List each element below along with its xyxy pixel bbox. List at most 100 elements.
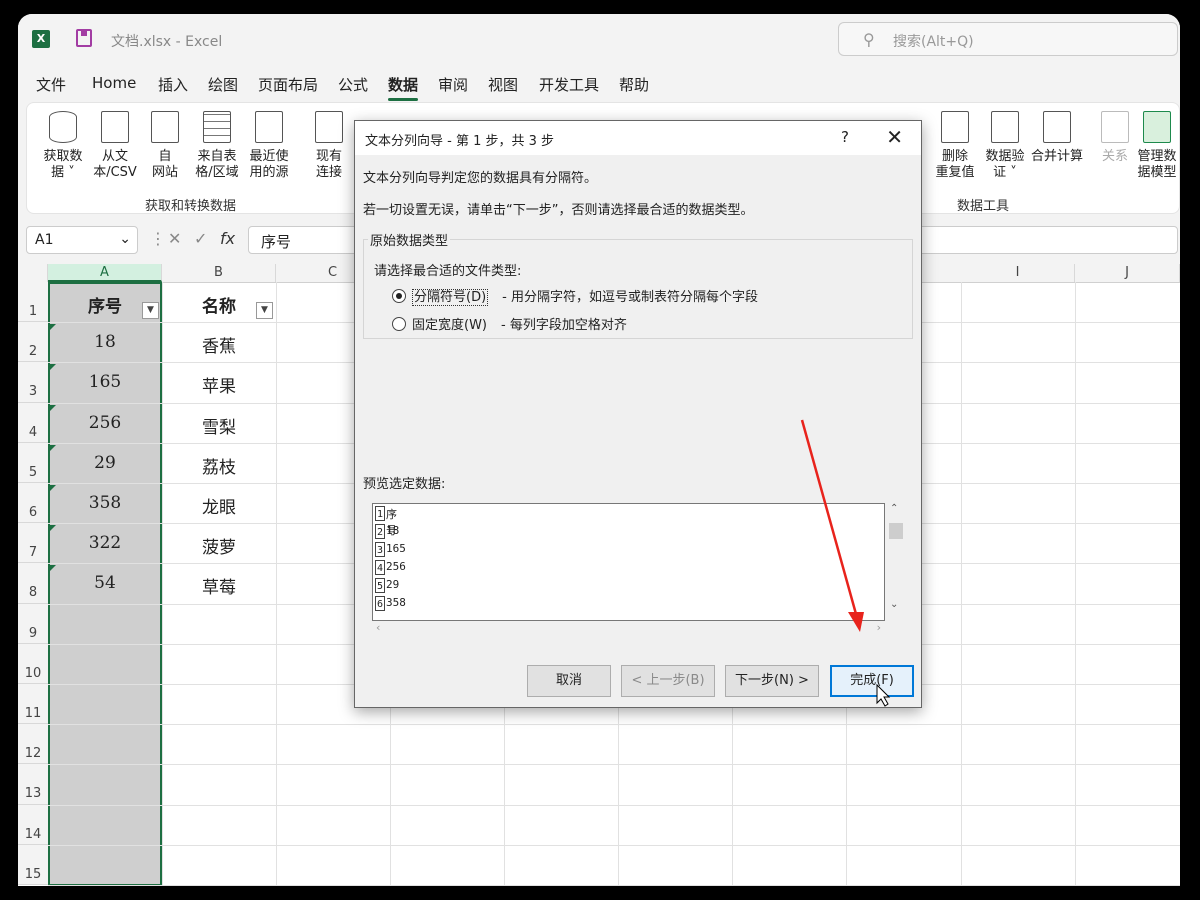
get-data-label1: 获取数: [43, 149, 83, 164]
menu-view[interactable]: 视图: [488, 74, 518, 95]
row-header[interactable]: 8: [18, 563, 48, 604]
table-cell[interactable]: 29: [48, 453, 162, 473]
delimited-label[interactable]: 分隔符号(D): [412, 289, 489, 306]
row-header[interactable]: 1: [18, 282, 48, 323]
manage-data-model-button[interactable]: 管理数 据模型: [1135, 111, 1179, 181]
consolidate-button[interactable]: 合并计算: [1027, 111, 1087, 165]
table-cell[interactable]: 18: [48, 332, 162, 352]
chevron-down-icon[interactable]: ⌄: [119, 231, 131, 247]
insert-function-icon[interactable]: fx: [220, 229, 235, 248]
column-header-i[interactable]: I: [961, 264, 1075, 282]
menu-developer[interactable]: 开发工具: [539, 74, 599, 95]
fixed-width-label[interactable]: 固定宽度(W): [412, 318, 487, 333]
menu-home[interactable]: Home: [92, 74, 136, 92]
row-header[interactable]: 3: [18, 362, 48, 403]
preview-row-number: 3: [375, 542, 385, 557]
finish-button[interactable]: 完成(F): [830, 665, 914, 697]
table-cell[interactable]: 草莓: [162, 573, 276, 598]
column-header-b[interactable]: B: [162, 264, 276, 282]
remove-duplicates-button[interactable]: 删除 重复值: [927, 111, 983, 181]
next-button[interactable]: 下一步(N) >: [725, 665, 819, 697]
help-icon[interactable]: ?: [841, 128, 849, 146]
row-header[interactable]: 4: [18, 402, 48, 443]
table-cell[interactable]: 苹果: [162, 372, 276, 397]
row-header[interactable]: 5: [18, 442, 48, 483]
from-text-csv-button[interactable]: 从文 本/CSV: [87, 111, 143, 181]
scroll-up-icon[interactable]: ⌃: [890, 503, 898, 514]
save-icon[interactable]: [76, 29, 92, 47]
menu-file[interactable]: 文件: [36, 74, 66, 95]
menu-review[interactable]: 审阅: [438, 74, 468, 95]
row-header[interactable]: 15: [18, 844, 48, 885]
preview-row-number: 1: [375, 506, 385, 521]
from-table-button[interactable]: 来自表 格/区域: [189, 111, 245, 181]
delimited-radio[interactable]: [392, 289, 406, 303]
row-header[interactable]: 12: [18, 724, 48, 765]
menu-insert[interactable]: 插入: [158, 74, 188, 95]
table-cell[interactable]: 322: [48, 533, 162, 553]
document-title: 文档.xlsx - Excel: [111, 34, 223, 50]
row-header[interactable]: 14: [18, 804, 48, 845]
recent-sources-button[interactable]: 最近使 用的源: [241, 111, 297, 181]
fixed-width-radio[interactable]: [392, 317, 406, 331]
row-header[interactable]: 6: [18, 483, 48, 524]
preview-row-number: 6: [375, 596, 385, 611]
close-icon[interactable]: ✕: [886, 125, 903, 149]
get-data-button[interactable]: 获取数 据 ˅: [35, 111, 91, 181]
confirm-icon[interactable]: ✓: [194, 229, 207, 248]
table-cell[interactable]: 256: [48, 413, 162, 433]
table-cell[interactable]: 雪梨: [162, 413, 276, 438]
title-bar: X 文档.xlsx - Excel ⚲ 搜索(Alt+Q): [18, 14, 1180, 64]
row-header[interactable]: 13: [18, 764, 48, 805]
table-cell[interactable]: 54: [48, 573, 162, 593]
table-icon: [203, 111, 231, 143]
preview-row-value: 256: [386, 560, 406, 573]
row-header[interactable]: 10: [18, 643, 48, 684]
scroll-left-icon[interactable]: ‹: [376, 621, 380, 634]
filter-dropdown-icon[interactable]: ▼: [256, 302, 273, 319]
dialog-info-line1: 文本分列向导判定您的数据具有分隔符。: [363, 171, 598, 186]
row-header[interactable]: 11: [18, 684, 48, 725]
preview-row-number: 2: [375, 524, 385, 539]
menu-page-layout[interactable]: 页面布局: [258, 74, 318, 95]
cancel-button[interactable]: 取消: [527, 665, 611, 697]
number-as-text-indicator-icon: [50, 525, 56, 532]
preview-horizontal-scrollbar[interactable]: ‹ ›: [372, 621, 885, 635]
menu-draw[interactable]: 绘图: [208, 74, 238, 95]
table-cell[interactable]: 龙眼: [162, 493, 276, 518]
from-web-button[interactable]: 自 网站: [137, 111, 193, 181]
scroll-thumb[interactable]: [889, 523, 903, 539]
data-preview-box[interactable]: 1 序号 2 18 3 165 4 256 5 29 6 358: [372, 503, 885, 621]
select-all-corner[interactable]: [18, 264, 48, 282]
cancel-icon[interactable]: ✕: [168, 229, 181, 248]
search-box[interactable]: ⚲ 搜索(Alt+Q): [838, 22, 1178, 56]
scroll-right-icon[interactable]: ›: [877, 621, 881, 634]
scroll-down-icon[interactable]: ⌄: [890, 599, 898, 610]
consolidate-icon: [1043, 111, 1071, 143]
menu-formulas[interactable]: 公式: [338, 74, 368, 95]
back-button[interactable]: < 上一步(B): [621, 665, 715, 697]
data-validation-button[interactable]: 数据验 证 ˅: [977, 111, 1033, 181]
fixed-width-description: - 每列字段加空格对齐: [501, 318, 627, 333]
row-header[interactable]: 9: [18, 603, 48, 644]
filter-dropdown-icon[interactable]: ▼: [142, 302, 159, 319]
menu-help[interactable]: 帮助: [619, 74, 649, 95]
existing-connections-button[interactable]: 现有 连接: [301, 111, 357, 181]
menu-data[interactable]: 数据: [388, 74, 419, 101]
table-cell[interactable]: 358: [48, 493, 162, 513]
delimited-option[interactable]: 分隔符号(D) - 用分隔字符，如逗号或制表符分隔每个字段: [392, 286, 758, 306]
table-cell[interactable]: 荔枝: [162, 453, 276, 478]
name-box[interactable]: A1 ⌄: [26, 226, 138, 254]
fixed-width-option[interactable]: 固定宽度(W) - 每列字段加空格对齐: [392, 314, 627, 333]
table-cell[interactable]: 165: [48, 372, 162, 392]
preview-row-number: 5: [375, 578, 385, 593]
row-header[interactable]: 2: [18, 322, 48, 363]
column-header-j[interactable]: J: [1075, 264, 1180, 282]
group-label-get-transform: 获取和转换数据: [145, 199, 237, 214]
number-as-text-indicator-icon: [50, 364, 56, 371]
preview-vertical-scrollbar[interactable]: ⌃ ⌄: [887, 503, 903, 621]
column-header-a[interactable]: A: [48, 264, 162, 282]
table-cell[interactable]: 香蕉: [162, 332, 276, 357]
table-cell[interactable]: 菠萝: [162, 533, 276, 558]
row-header[interactable]: 7: [18, 523, 48, 564]
